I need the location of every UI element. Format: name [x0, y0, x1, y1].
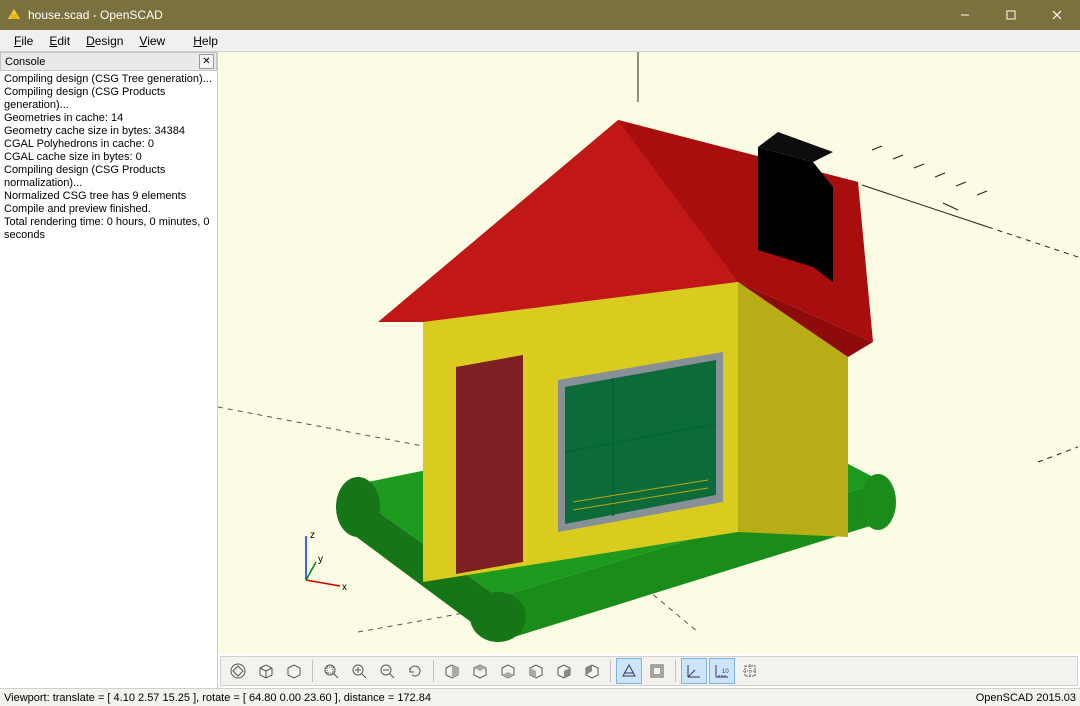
show-axes-icon[interactable] [681, 658, 707, 684]
minimize-button[interactable] [942, 0, 988, 30]
maximize-button[interactable] [988, 0, 1034, 30]
menu-edit[interactable]: Edit [41, 32, 78, 50]
console-line: Compiling design (CSG Products normaliza… [4, 164, 213, 190]
console-output[interactable]: Compiling design (CSG Tree generation)..… [0, 71, 217, 688]
title-bar: house.scad - OpenSCAD [0, 0, 1080, 30]
view-back-icon[interactable] [579, 658, 605, 684]
console-close-button[interactable]: ✕ [199, 54, 214, 69]
wireframe-icon[interactable] [281, 658, 307, 684]
console-line: CGAL Polyhedrons in cache: 0 [4, 138, 213, 151]
menu-help[interactable]: Help [185, 32, 226, 50]
console-line: Compiling design (CSG Tree generation)..… [4, 73, 213, 86]
console-line: Compile and preview finished. [4, 203, 213, 216]
preview-icon[interactable] [225, 658, 251, 684]
console-line: Total rendering time: 0 hours, 0 minutes… [4, 216, 213, 242]
console-line: Geometry cache size in bytes: 34384 [4, 125, 213, 138]
console-title: Console [5, 56, 45, 68]
view-front-icon[interactable] [551, 658, 577, 684]
console-panel: Console ✕ Compiling design (CSG Tree gen… [0, 52, 218, 688]
view-left-icon[interactable] [523, 658, 549, 684]
window-title: house.scad - OpenSCAD [28, 8, 163, 22]
orthogonal-icon[interactable] [644, 658, 670, 684]
app-icon [6, 7, 22, 23]
show-scale-icon[interactable]: 10 [709, 658, 735, 684]
console-line: CGAL cache size in bytes: 0 [4, 151, 213, 164]
scene-render [218, 52, 1078, 654]
close-button[interactable] [1034, 0, 1080, 30]
console-line: Geometries in cache: 14 [4, 112, 213, 125]
viewport-panel: z x y [218, 52, 1080, 688]
status-bar: Viewport: translate = [ 4.10 2.57 15.25 … [0, 688, 1080, 706]
render-cube-icon[interactable] [253, 658, 279, 684]
view-toolbar: 10 [220, 656, 1078, 686]
perspective-icon[interactable] [616, 658, 642, 684]
menu-bar: File Edit Design View Help [0, 30, 1080, 52]
version-label: OpenSCAD 2015.03 [976, 692, 1076, 704]
3d-viewport[interactable]: z x y [218, 52, 1080, 654]
view-right-icon[interactable] [439, 658, 465, 684]
menu-file[interactable]: File [6, 32, 41, 50]
svg-text:10: 10 [722, 669, 729, 675]
view-all-icon[interactable] [318, 658, 344, 684]
menu-view[interactable]: View [131, 32, 173, 50]
show-crosshairs-icon[interactable] [737, 658, 763, 684]
reset-view-icon[interactable] [402, 658, 428, 684]
console-line: Normalized CSG tree has 9 elements [4, 190, 213, 203]
view-bottom-icon[interactable] [495, 658, 521, 684]
menu-design[interactable]: Design [78, 32, 131, 50]
viewport-status: Viewport: translate = [ 4.10 2.57 15.25 … [4, 692, 431, 704]
view-top-icon[interactable] [467, 658, 493, 684]
zoom-in-icon[interactable] [346, 658, 372, 684]
zoom-out-icon[interactable] [374, 658, 400, 684]
console-line: Compiling design (CSG Products generatio… [4, 86, 213, 112]
console-header[interactable]: Console ✕ [0, 52, 217, 71]
